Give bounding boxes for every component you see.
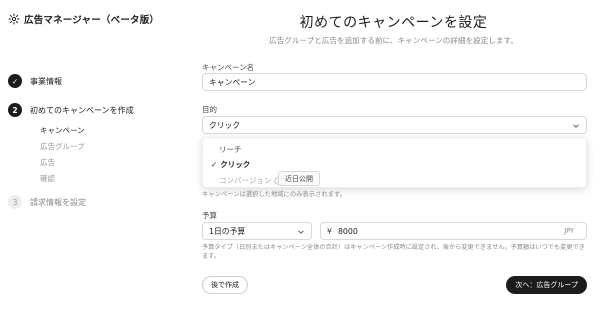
step-label: 請求情報を設定 [30,197,86,207]
objective-label: 目的 [202,105,217,114]
geo-note: キャンペーンは選択した地域にのみ表示されます。 [202,191,346,198]
campaign-name-value: キャンペーン [209,77,256,87]
chevron-down-icon [298,230,304,234]
chevron-down-icon [573,124,579,128]
option-reach[interactable]: リーチ [219,144,242,155]
step-business-info[interactable]: ✓ 事業情報 [8,74,62,88]
currency-code: JPY [564,227,574,235]
step-label: 初めてのキャンペーンを作成 [30,105,134,115]
next-ad-group-button[interactable]: 次へ：広告グループ [506,276,587,294]
substep-campaign[interactable]: キャンペーン [40,123,85,139]
app-title: 広告マネージャー（ベータ版） [24,15,160,26]
objective-select[interactable]: クリック [202,116,587,134]
step-label: 事業情報 [30,76,62,86]
substep-ad-group[interactable]: 広告グループ [40,139,85,155]
campaign-name-input[interactable]: キャンペーン [202,73,587,91]
currency-symbol: ¥ [327,226,332,236]
substep-ad[interactable]: 広告 [40,155,85,171]
budget-type-select[interactable]: 1日の予算 [202,222,312,240]
budget-type-value: 1日の予算 [209,226,246,236]
page-subtitle: 広告グループと広告を追加する前に、キャンペーンの詳細を設定します。 [269,36,518,45]
gear-icon [8,13,20,25]
step-create-campaign[interactable]: 2 初めてのキャンペーンを作成 [8,103,134,117]
brand: 広告マネージャー（ベータ版） [8,12,159,26]
check-icon: ✓ [211,160,218,169]
budget-note: 予算タイプ（日別またはキャンペーン全体の合計）はキャンペーン作成時に設定され、後… [202,244,585,260]
substep-list: キャンペーン 広告グループ 広告 確認 [40,123,85,187]
campaign-name-label: キャンペーン名 [202,63,255,72]
page-title: 初めてのキャンペーンを設定 [299,15,488,31]
step-number: 3 [8,195,22,209]
step-number: 2 [8,103,22,117]
step-check-icon: ✓ [8,74,22,88]
option-click-label: クリック [220,160,251,169]
budget-label: 予算 [202,211,217,220]
objective-dropdown: リーチ ✓ クリック コンバージョン [202,137,587,188]
option-click[interactable]: ✓ クリック [211,159,250,170]
coming-soon-badge: 近日公開 [278,171,320,186]
objective-value: クリック [209,120,241,130]
budget-amount-value: 8000 [337,226,358,236]
create-later-button[interactable]: 後で作成 [202,276,248,294]
substep-review[interactable]: 確認 [40,171,85,187]
budget-amount-input[interactable]: ¥ 8000 JPY [320,222,587,240]
sidebar: 広告マネージャー（ベータ版） ✓ 事業情報 2 初めてのキャンペーンを作成 キャ… [0,0,175,310]
step-billing[interactable]: 3 請求情報を設定 [8,195,86,209]
option-conversion: コンバージョン [219,175,282,186]
option-conversion-label: コンバージョン [219,176,272,185]
